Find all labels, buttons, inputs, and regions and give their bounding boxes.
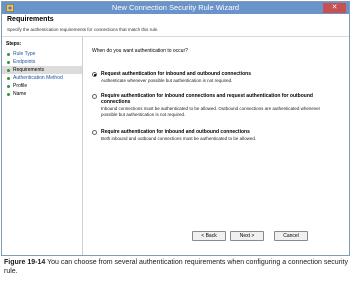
radio-require-both[interactable]	[92, 130, 97, 135]
step-bullet-icon	[7, 61, 10, 64]
steps-heading: Steps:	[6, 41, 22, 47]
title-bar[interactable]: New Connection Security Rule Wizard ✕	[2, 2, 349, 14]
back-button[interactable]: < Back	[192, 231, 226, 241]
radio-request-auth[interactable]	[92, 72, 97, 77]
steps-panel: Steps: Rule Type Endpoints Requirements …	[2, 37, 83, 255]
step-item-endpoints[interactable]: Endpoints	[2, 58, 82, 66]
step-bullet-icon	[7, 77, 10, 80]
close-button[interactable]: ✕	[323, 3, 346, 13]
question-label: When do you want authentication to occur…	[92, 48, 188, 54]
step-item-profile[interactable]: Profile	[2, 82, 82, 90]
step-label: Rule Type	[13, 51, 36, 57]
option-title: Require authentication for inbound and o…	[101, 129, 250, 135]
step-bullet-icon	[7, 69, 10, 72]
radio-require-inbound[interactable]	[92, 94, 97, 99]
wizard-window: New Connection Security Rule Wizard ✕ Re…	[1, 1, 350, 256]
option-description: Inbound connections must be authenticate…	[101, 106, 321, 117]
option-title: Request authentication for inbound and o…	[101, 71, 251, 77]
figure-number: Figure 19-14	[4, 259, 46, 266]
window-title: New Connection Security Rule Wizard	[111, 3, 240, 12]
step-item-name[interactable]: Name	[2, 90, 82, 98]
close-icon: ✕	[331, 4, 338, 11]
step-label: Endpoints	[13, 59, 36, 65]
step-item-authentication-method[interactable]: Authentication Method	[2, 74, 82, 82]
option-title: Require authentication for inbound conne…	[101, 93, 313, 105]
step-item-rule-type[interactable]: Rule Type	[2, 50, 82, 58]
option-description: Authenticate whenever possible but authe…	[101, 78, 233, 83]
cancel-button[interactable]: Cancel	[274, 231, 308, 241]
option-description: Both inbound and outbound connections mu…	[101, 136, 257, 141]
next-button[interactable]: Next >	[230, 231, 264, 241]
step-label: Profile	[13, 83, 28, 89]
button-bar: < Back Next > Cancel	[88, 231, 344, 241]
wizard-body: Steps: Rule Type Endpoints Requirements …	[2, 37, 349, 255]
step-label: Name	[13, 91, 27, 97]
step-item-requirements[interactable]: Requirements	[2, 66, 82, 74]
figure-caption: Figure 19-14 You can choose from several…	[4, 258, 348, 276]
step-bullet-icon	[7, 85, 10, 88]
page-title: Requirements	[7, 16, 54, 23]
step-label: Authentication Method	[13, 75, 63, 81]
steps-list: Rule Type Endpoints Requirements Authent…	[2, 50, 82, 98]
step-bullet-icon	[7, 93, 10, 96]
caption-text: You can choose from several authenticati…	[4, 259, 348, 275]
requirements-content: When do you want authentication to occur…	[88, 37, 344, 255]
step-label: Requirements	[13, 67, 45, 73]
page-subtitle: Specify the authentication requirements …	[7, 27, 159, 32]
wizard-header: Requirements Specify the authentication …	[2, 14, 349, 37]
step-bullet-icon	[7, 53, 10, 56]
